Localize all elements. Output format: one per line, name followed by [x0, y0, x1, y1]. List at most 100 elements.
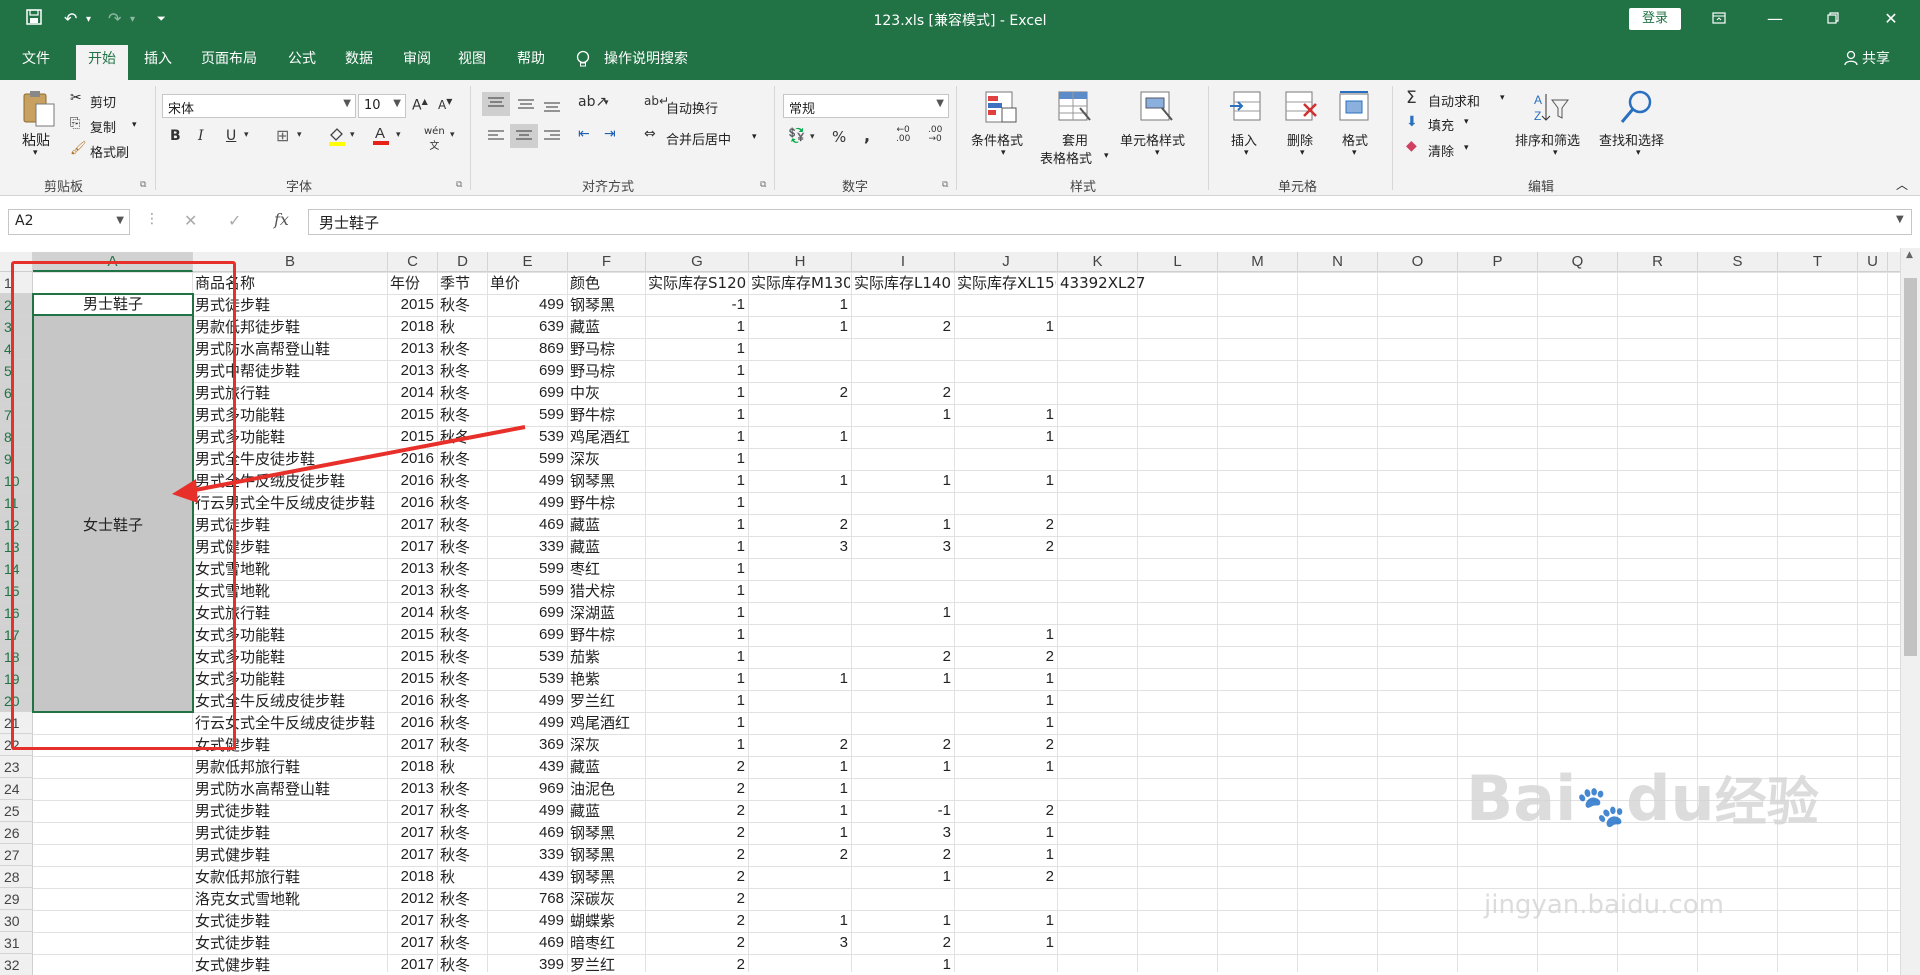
fill-color-icon[interactable] [328, 126, 346, 150]
cell[interactable] [751, 580, 850, 602]
cell[interactable] [751, 888, 850, 910]
cell[interactable]: 秋冬 [440, 668, 486, 690]
accounting-dropdown-icon[interactable]: ▾ [810, 132, 815, 142]
cell[interactable]: 秋冬 [440, 448, 486, 470]
merge-center-icon[interactable]: ⇔ [644, 126, 656, 142]
scroll-up-icon[interactable]: ▲ [1906, 250, 1913, 260]
collapse-ribbon-icon[interactable]: ︿ [1896, 176, 1908, 193]
cell[interactable]: 1 [648, 712, 747, 734]
cell[interactable]: 男式徒步鞋 [195, 800, 386, 822]
cell[interactable]: -1 [854, 800, 953, 822]
cell[interactable]: 钢琴黑 [570, 294, 644, 316]
phonetic-icon[interactable]: wén 文 [424, 126, 445, 152]
italic-icon[interactable]: I [198, 128, 204, 144]
cell[interactable]: 1 [957, 910, 1056, 932]
cell[interactable]: 1 [854, 910, 953, 932]
cell[interactable]: 699 [490, 624, 566, 646]
cell[interactable]: 1 [957, 822, 1056, 844]
cell[interactable]: 秋冬 [440, 470, 486, 492]
cell[interactable]: 2015 [390, 668, 436, 690]
insert-dropdown-icon[interactable]: ▾ [1244, 148, 1249, 158]
cell[interactable]: 1 [648, 668, 747, 690]
column-header-j[interactable]: J [955, 252, 1058, 272]
cell[interactable]: 秋冬 [440, 778, 486, 800]
copy-button[interactable]: 复制 [90, 117, 116, 136]
tell-me-search[interactable]: 操作说明搜索 [604, 48, 688, 68]
scroll-thumb[interactable] [1904, 278, 1917, 656]
autosum-dropdown-icon[interactable]: ▾ [1500, 93, 1505, 103]
cell[interactable]: 秋冬 [440, 580, 486, 602]
cell[interactable] [751, 690, 850, 712]
cancel-entry-icon[interactable]: ✕ [184, 211, 197, 230]
cell[interactable]: 699 [490, 382, 566, 404]
cell[interactable]: 1 [648, 514, 747, 536]
cell[interactable] [854, 360, 953, 382]
cell[interactable] [854, 580, 953, 602]
cell[interactable]: 2017 [390, 910, 436, 932]
cell[interactable]: 2017 [390, 954, 436, 975]
format-cells-icon[interactable] [1336, 90, 1374, 128]
cell[interactable] [854, 624, 953, 646]
cell[interactable]: 秋冬 [440, 844, 486, 866]
number-format-combo[interactable]: 常规 ▼ [783, 94, 949, 118]
cell[interactable] [751, 624, 850, 646]
cell[interactable]: 1 [854, 866, 953, 888]
cell[interactable] [751, 712, 850, 734]
cell[interactable]: 599 [490, 448, 566, 470]
cell[interactable]: 男款低邦旅行鞋 [195, 756, 386, 778]
cell[interactable]: -1 [648, 294, 747, 316]
phonetic-dropdown-icon[interactable]: ▾ [450, 130, 455, 140]
cell[interactable]: 1 [957, 624, 1056, 646]
cell[interactable]: 2016 [390, 470, 436, 492]
autosum-button[interactable]: 自动求和 [1428, 91, 1480, 110]
cell[interactable]: 2 [854, 382, 953, 404]
format-painter-button[interactable]: 格式刷 [90, 142, 129, 161]
cell[interactable]: 野牛棕 [570, 624, 644, 646]
cell[interactable]: 野牛棕 [570, 492, 644, 514]
cell-grid[interactable]: 商品名称 年份 季节 单价 颜色 实际库存S120 实际库存M130 实际库存L140 实际库存… [32, 272, 1900, 975]
cell[interactable] [854, 778, 953, 800]
row-header[interactable]: 31 [0, 932, 33, 954]
autosum-icon[interactable]: Σ [1406, 88, 1417, 108]
cell[interactable]: 秋冬 [440, 690, 486, 712]
cell[interactable]: 1 [854, 668, 953, 690]
cell[interactable]: 野马棕 [570, 360, 644, 382]
column-header-r[interactable]: R [1618, 252, 1698, 272]
cell[interactable]: 秋冬 [440, 712, 486, 734]
cell[interactable] [957, 580, 1056, 602]
align-top-button[interactable] [482, 92, 510, 116]
cell[interactable]: 2016 [390, 492, 436, 514]
cell[interactable] [751, 954, 850, 975]
restore-icon[interactable] [1818, 6, 1848, 32]
cut-button[interactable]: 剪切 [90, 92, 116, 111]
comma-style-icon[interactable]: , [864, 126, 870, 145]
delete-dropdown-icon[interactable]: ▾ [1300, 148, 1305, 158]
eraser-icon[interactable]: ◆ [1406, 138, 1417, 154]
fill-icon[interactable]: ⬇ [1406, 114, 1418, 130]
cell[interactable]: 钢琴黑 [570, 470, 644, 492]
format-cells-button[interactable]: 格式 [1342, 130, 1368, 149]
find-select-button[interactable]: 查找和选择 [1599, 130, 1664, 149]
cell[interactable]: 499 [490, 470, 566, 492]
cell[interactable]: 颜色 [570, 272, 644, 294]
cell[interactable]: 1 [648, 602, 747, 624]
clear-button[interactable]: 清除 [1428, 141, 1454, 160]
row-header[interactable]: 29 [0, 888, 33, 910]
format-as-table-line2[interactable]: 表格格式 [1040, 148, 1092, 167]
cell[interactable]: 3 [854, 822, 953, 844]
font-color-icon[interactable]: A [372, 124, 390, 150]
cell[interactable] [751, 646, 850, 668]
cell[interactable]: 秋冬 [440, 382, 486, 404]
cell[interactable]: 秋冬 [440, 426, 486, 448]
column-header-l[interactable]: L [1138, 252, 1218, 272]
cell[interactable]: 599 [490, 404, 566, 426]
insert-function-icon[interactable]: fx [274, 210, 289, 229]
find-dropdown-icon[interactable]: ▾ [1636, 148, 1641, 158]
cell[interactable]: 藏蓝 [570, 514, 644, 536]
column-header-n[interactable]: N [1298, 252, 1378, 272]
cell[interactable]: 2016 [390, 690, 436, 712]
cell[interactable]: 2 [854, 646, 953, 668]
cell[interactable]: 2017 [390, 514, 436, 536]
row-header[interactable]: 24 [0, 778, 33, 800]
cell[interactable]: 1 [751, 778, 850, 800]
